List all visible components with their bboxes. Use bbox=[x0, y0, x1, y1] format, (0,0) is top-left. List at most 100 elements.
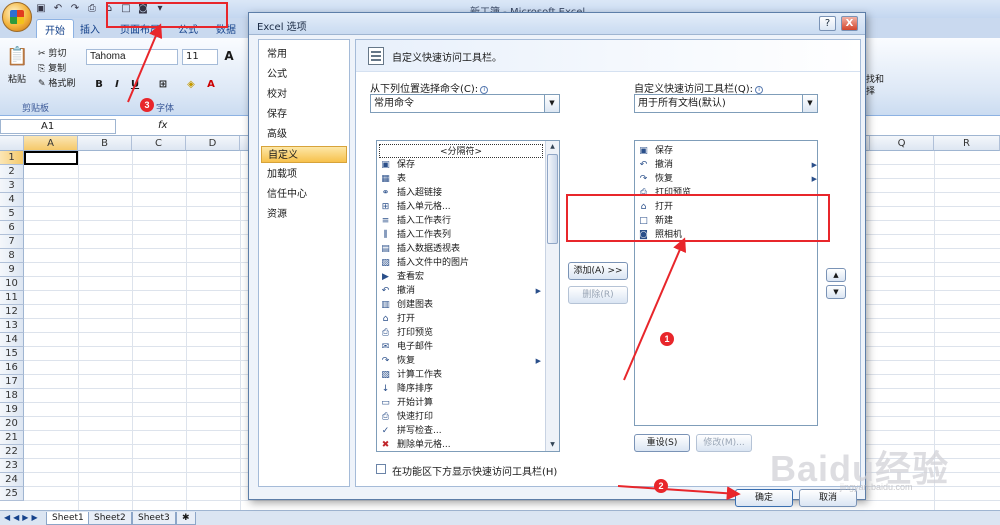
row-header[interactable]: 12 bbox=[0, 305, 24, 319]
column-header[interactable]: A bbox=[24, 136, 78, 151]
toolbar-list-item[interactable]: ↷ 恢复 ▶ bbox=[637, 172, 817, 186]
column-header[interactable]: Q bbox=[870, 136, 934, 151]
command-list-item[interactable]: ▣ 保存 bbox=[379, 158, 543, 172]
move-down-button[interactable]: ▼ bbox=[826, 285, 846, 299]
row-header[interactable]: 18 bbox=[0, 389, 24, 403]
scroll-up-icon[interactable]: ▲ bbox=[546, 141, 559, 153]
undo-icon[interactable]: ↶ bbox=[51, 2, 65, 15]
name-box[interactable]: A1 bbox=[0, 119, 116, 134]
row-header[interactable]: 19 bbox=[0, 403, 24, 417]
print-preview-icon[interactable]: ⎙ bbox=[85, 2, 99, 15]
command-list-item[interactable]: ↓ 降序排序 bbox=[379, 382, 543, 396]
choose-commands-select[interactable]: 常用命令 ▼ bbox=[370, 94, 560, 113]
row-header[interactable]: 6 bbox=[0, 221, 24, 235]
redo-icon[interactable]: ↷ bbox=[68, 2, 82, 15]
save-icon[interactable]: ▣ bbox=[34, 2, 48, 15]
nav-item-formulas[interactable]: 公式 bbox=[261, 66, 347, 83]
row-header[interactable]: 23 bbox=[0, 459, 24, 473]
help-button[interactable]: ? bbox=[819, 16, 836, 31]
row-header[interactable]: 4 bbox=[0, 193, 24, 207]
row-header[interactable]: 17 bbox=[0, 375, 24, 389]
column-header[interactable]: C bbox=[132, 136, 186, 151]
chevron-down-icon[interactable]: ▼ bbox=[802, 95, 817, 112]
scroll-down-icon[interactable]: ▼ bbox=[546, 439, 559, 451]
nav-item-proofing[interactable]: 校对 bbox=[261, 86, 347, 103]
row-header[interactable]: 8 bbox=[0, 249, 24, 263]
command-list-item[interactable]: ⎙ 打印预览 bbox=[379, 326, 543, 340]
underline-button[interactable]: U bbox=[128, 78, 142, 92]
command-list-item[interactable]: ≡ 插入工作表行 bbox=[379, 214, 543, 228]
command-list-item[interactable]: ▨ 插入文件中的图片 bbox=[379, 256, 543, 270]
command-list-item[interactable]: ⌂ 打开 bbox=[379, 312, 543, 326]
command-list-item[interactable]: ▥ 创建图表 bbox=[379, 298, 543, 312]
toolbar-list-item[interactable]: ▣ 保存 bbox=[637, 144, 813, 158]
below-ribbon-checkbox[interactable] bbox=[376, 464, 386, 474]
font-color-icon[interactable]: A bbox=[204, 78, 218, 92]
command-list-item[interactable]: ▧ 计算工作表 bbox=[379, 368, 543, 382]
font-size-select[interactable]: 11 bbox=[182, 49, 218, 65]
command-list-item[interactable]: ⫼ 插入工作表列 bbox=[379, 228, 543, 242]
toolbar-list-item[interactable]: ↶ 撤消 ▶ bbox=[637, 158, 817, 172]
submenu-arrow-icon[interactable]: ▶ bbox=[536, 284, 541, 298]
select-all-corner[interactable] bbox=[0, 136, 24, 151]
toolbar-items-list[interactable]: ▣ 保存 ↶ 撤消 ▶ ↷ 恢复 ▶ ⎙ 打印预览 ⌂ 打开 □ 新建 ◙ 照相机 bbox=[634, 140, 818, 426]
move-up-button[interactable]: ▲ bbox=[826, 268, 846, 282]
scroll-thumb[interactable] bbox=[547, 154, 558, 244]
copy-button[interactable]: ⎘ 复制 bbox=[38, 61, 66, 74]
font-name-select[interactable]: Tahoma bbox=[86, 49, 178, 65]
sheet-tab-2[interactable]: Sheet2 bbox=[88, 512, 132, 525]
commands-scrollbar[interactable]: ▲ ▼ bbox=[545, 141, 559, 451]
tab-insert[interactable]: 插入 bbox=[80, 21, 100, 36]
commands-list[interactable]: ▲ ▼ <分隔符> ▣ 保存 ▦ 表 ⚭ 插入超链接 ⊞ 插入单元格... ≡ 插入工作表行 ⫼ 插入工… bbox=[376, 140, 560, 452]
add-button[interactable]: 添加(A) >> bbox=[568, 262, 628, 280]
command-list-item[interactable]: ↶ 撤消 ▶ bbox=[379, 284, 543, 298]
row-header[interactable]: 15 bbox=[0, 347, 24, 361]
format-painter-button[interactable]: ✎ 格式刷 bbox=[38, 76, 75, 89]
sheet-nav-icon[interactable]: ◀◀▶▶ bbox=[4, 513, 41, 522]
row-header[interactable]: 13 bbox=[0, 319, 24, 333]
row-header[interactable]: 11 bbox=[0, 291, 24, 305]
nav-item-customize[interactable]: 自定义 bbox=[261, 146, 347, 163]
paste-button[interactable]: 粘贴 bbox=[8, 72, 26, 85]
row-header[interactable]: 24 bbox=[0, 473, 24, 487]
nav-item-advanced[interactable]: 高级 bbox=[261, 126, 347, 143]
borders-icon[interactable]: ⊞ bbox=[156, 78, 170, 92]
active-cell[interactable] bbox=[24, 151, 78, 165]
nav-item-popular[interactable]: 常用 bbox=[261, 46, 347, 63]
row-header[interactable]: 22 bbox=[0, 445, 24, 459]
grow-font-icon[interactable]: A bbox=[222, 49, 236, 63]
command-list-item[interactable]: ▦ 表 bbox=[379, 172, 543, 186]
row-header[interactable]: 20 bbox=[0, 417, 24, 431]
command-list-item[interactable]: <分隔符> bbox=[379, 144, 543, 158]
remove-button[interactable]: 删除(R) bbox=[568, 286, 628, 304]
sheet-tab-3[interactable]: Sheet3 bbox=[132, 512, 176, 525]
nav-item-save[interactable]: 保存 bbox=[261, 106, 347, 123]
nav-item-add-ins[interactable]: 加载项 bbox=[261, 166, 347, 183]
column-header[interactable]: R bbox=[934, 136, 1000, 151]
submenu-arrow-icon[interactable]: ▶ bbox=[536, 354, 541, 368]
bold-button[interactable]: B bbox=[92, 78, 106, 92]
close-button[interactable]: X bbox=[841, 16, 858, 31]
paste-icon[interactable]: 📋 bbox=[6, 46, 28, 67]
command-list-item[interactable]: ⊞ 插入单元格... bbox=[379, 200, 543, 214]
row-header[interactable]: 25 bbox=[0, 487, 24, 501]
fill-color-icon[interactable]: ◈ bbox=[184, 78, 198, 92]
command-list-item[interactable]: ▭ 开始计算 bbox=[379, 396, 543, 410]
row-header[interactable]: 2 bbox=[0, 165, 24, 179]
customize-toolbar-select[interactable]: 用于所有文档(默认) ▼ bbox=[634, 94, 818, 113]
tab-home[interactable]: 开始 bbox=[36, 19, 74, 39]
row-header[interactable]: 14 bbox=[0, 333, 24, 347]
insert-function-icon[interactable]: fx bbox=[158, 120, 167, 131]
nav-item-trust-center[interactable]: 信任中心 bbox=[261, 186, 347, 203]
nav-item-resources[interactable]: 资源 bbox=[261, 206, 347, 223]
submenu-arrow-icon[interactable]: ▶ bbox=[812, 172, 817, 186]
chevron-down-icon[interactable]: ▼ bbox=[544, 95, 559, 112]
find-select-label-2[interactable]: 择 bbox=[866, 84, 875, 97]
row-header[interactable]: 5 bbox=[0, 207, 24, 221]
command-list-item[interactable]: ▶ 查看宏 bbox=[379, 270, 543, 284]
row-header[interactable]: 10 bbox=[0, 277, 24, 291]
command-list-item[interactable]: ✖ 删除单元格... bbox=[379, 438, 543, 451]
new-sheet-icon[interactable]: ✱ bbox=[176, 512, 196, 525]
row-header[interactable]: 16 bbox=[0, 361, 24, 375]
sheet-tab-1[interactable]: Sheet1 bbox=[46, 512, 90, 525]
